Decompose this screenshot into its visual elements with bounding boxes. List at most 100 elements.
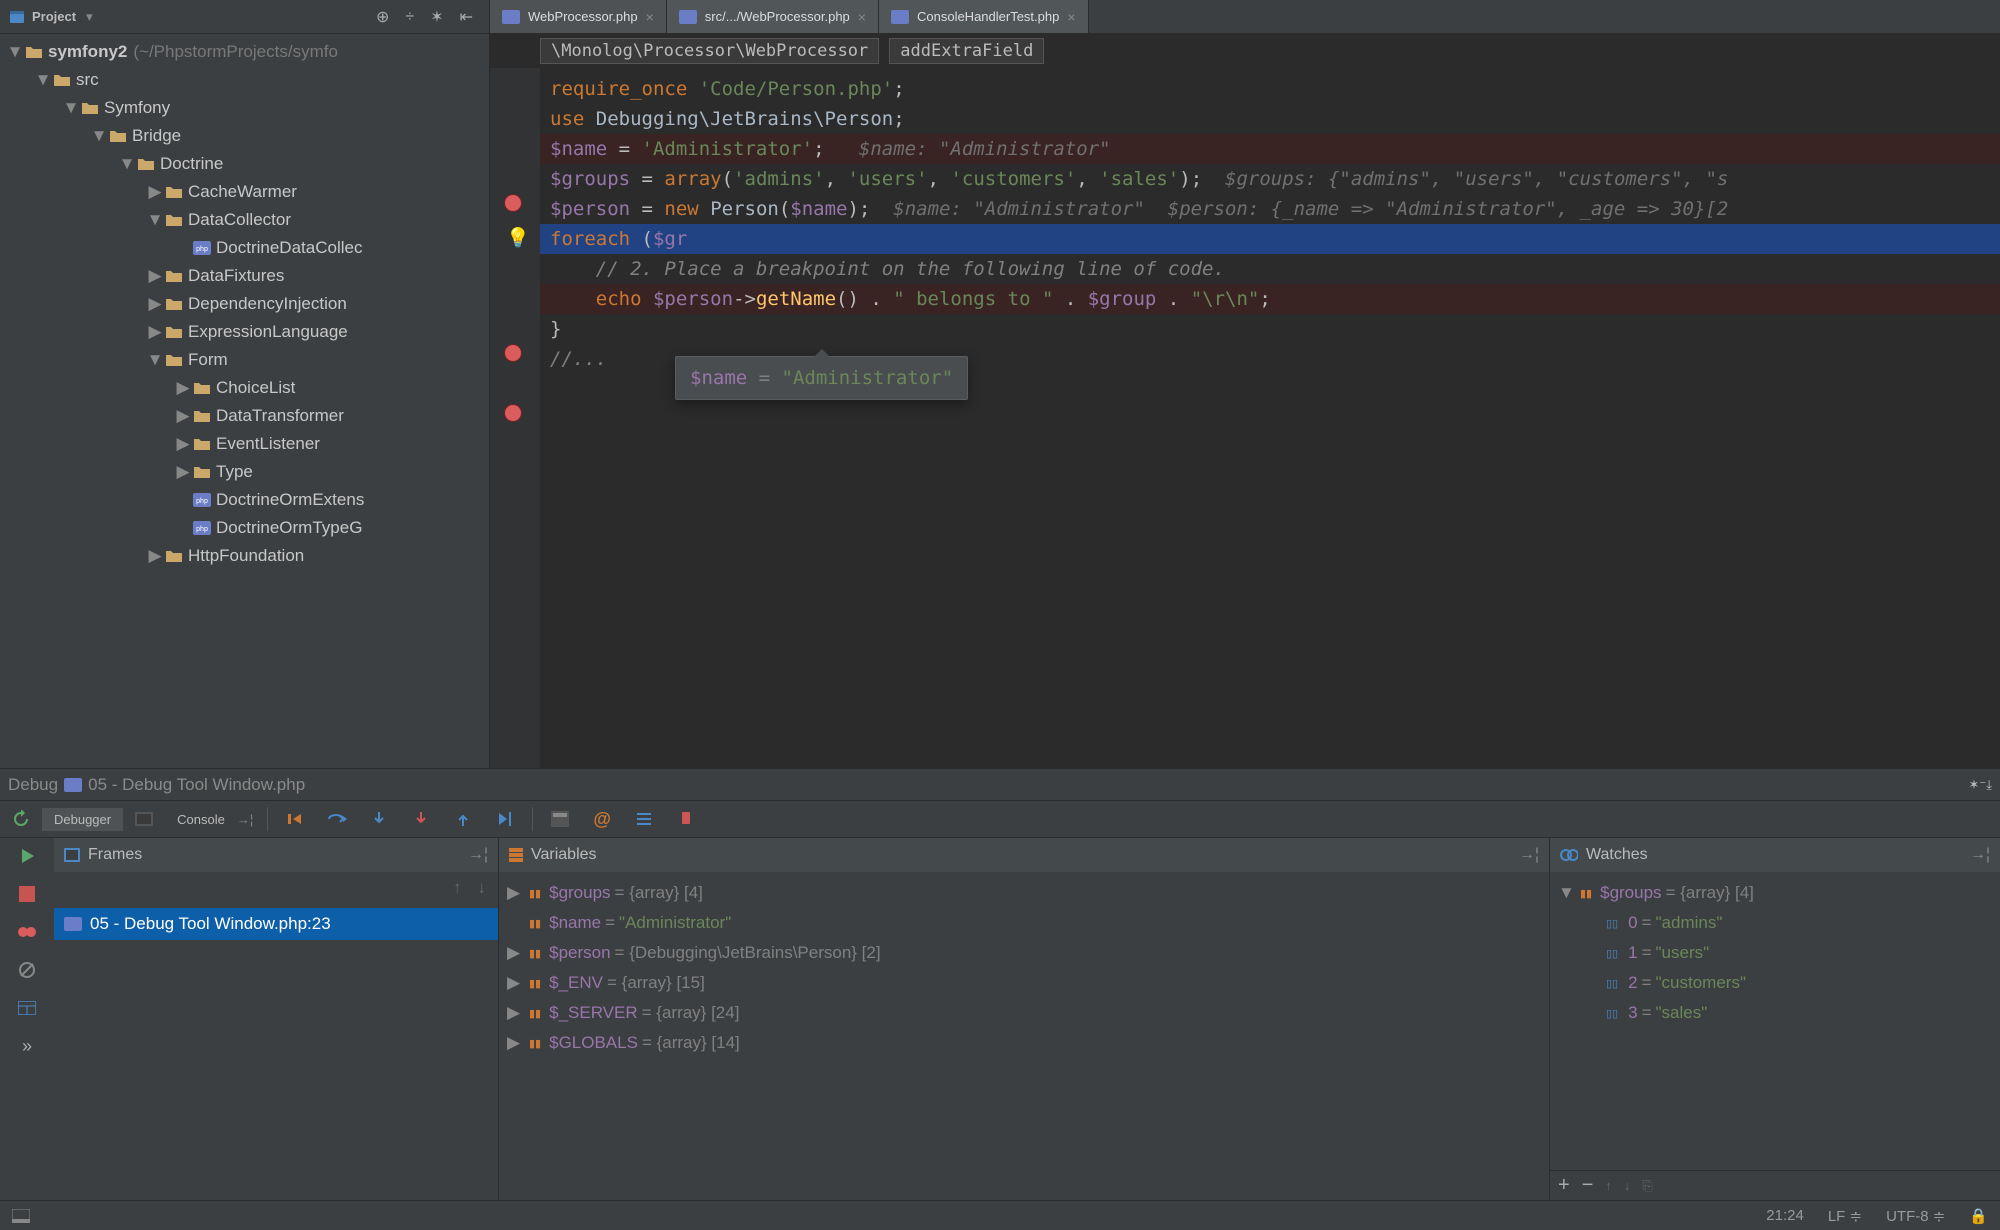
pin-icon[interactable]: →¦	[1519, 846, 1539, 864]
tree-item[interactable]: ▶ExpressionLanguage	[0, 318, 489, 346]
tree-item[interactable]: ▶DataTransformer	[0, 402, 489, 430]
editor-tab[interactable]: ConsoleHandlerTest.php×	[879, 0, 1089, 33]
code-content[interactable]: require_once 'Code/Person.php'; use Debu…	[540, 68, 2000, 768]
expand-icon[interactable]: ▼	[34, 70, 52, 90]
tree-item[interactable]: ▼src	[0, 66, 489, 94]
remove-watch-button[interactable]: −	[1582, 1174, 1594, 1197]
variable-row[interactable]: ▶▮▮$_SERVER = {array} [24]	[499, 998, 1549, 1028]
gear-icon[interactable]: ✶⁻	[1968, 777, 1986, 793]
watch-child-row[interactable]: ▯▯0 = "admins"	[1550, 908, 2000, 938]
expand-icon[interactable]: ▼	[1558, 883, 1576, 903]
close-icon[interactable]: ×	[646, 9, 654, 25]
variable-row[interactable]: ▶▮▮$groups = {array} [4]	[499, 878, 1549, 908]
tree-item[interactable]: ▼DataCollector	[0, 206, 489, 234]
expand-icon[interactable]: ▼	[90, 126, 108, 146]
expand-icon[interactable]: ▶	[507, 1033, 525, 1053]
tree-item[interactable]: ▼Symfony	[0, 94, 489, 122]
project-tree[interactable]: ▼ symfony2 (~/PhpstormProjects/symfo ▼sr…	[0, 34, 489, 768]
editor-tab[interactable]: WebProcessor.php×	[490, 0, 667, 33]
expand-icon[interactable]: ▶	[146, 266, 164, 286]
tree-item[interactable]: phpDoctrineOrmExtens	[0, 486, 489, 514]
tree-item[interactable]: ▶DataFixtures	[0, 262, 489, 290]
expand-icon[interactable]: ▶	[146, 294, 164, 314]
watch-child-row[interactable]: ▯▯3 = "sales"	[1550, 998, 2000, 1028]
breadcrumb-item[interactable]: \Monolog\Processor\WebProcessor	[540, 38, 879, 64]
tree-item[interactable]: ▼Form	[0, 346, 489, 374]
editor-tab[interactable]: src/.../WebProcessor.php×	[667, 0, 879, 33]
pin-button[interactable]	[671, 804, 701, 834]
expand-icon[interactable]: ▶	[174, 434, 192, 454]
collapse-icon[interactable]: ⊕	[376, 7, 389, 27]
variables-body[interactable]: ▶▮▮$groups = {array} [4]▮▮$name = "Admin…	[499, 872, 1549, 1200]
expand-icon[interactable]: ▼	[6, 42, 24, 62]
expand-icon[interactable]: ▼	[146, 210, 164, 230]
frame-up-icon[interactable]: ↑	[453, 878, 462, 908]
watch-child-row[interactable]: ▯▯1 = "users"	[1550, 938, 2000, 968]
close-icon[interactable]: ×	[1067, 9, 1075, 25]
run-to-cursor-button[interactable]	[490, 804, 520, 834]
watch-up-button[interactable]: ↑	[1605, 1178, 1612, 1193]
rerun-button[interactable]	[6, 804, 36, 834]
expand-icon[interactable]: ▶	[507, 943, 525, 963]
copy-watch-button[interactable]: ⎘	[1642, 1178, 1652, 1194]
expand-icon[interactable]: ▶	[174, 462, 192, 482]
tool-window-icon[interactable]	[12, 1209, 30, 1223]
force-step-into-button[interactable]	[406, 804, 436, 834]
output-toggle-icon[interactable]: →¦	[237, 812, 253, 827]
breakpoint-icon[interactable]	[504, 344, 522, 362]
bulb-icon[interactable]: 💡	[506, 226, 530, 249]
hide-icon[interactable]: ⇤	[460, 7, 473, 27]
minimize-icon[interactable]: ⤓	[1986, 777, 1992, 793]
variable-row[interactable]: ▮▮$name = "Administrator"	[499, 908, 1549, 938]
watch-down-button[interactable]: ↓	[1624, 1178, 1631, 1193]
breakpoint-icon[interactable]	[504, 404, 522, 422]
pin-icon[interactable]: →¦	[1970, 846, 1990, 864]
expand-icon[interactable]: ▶	[174, 378, 192, 398]
gutter[interactable]: 💡	[490, 68, 540, 768]
tree-root[interactable]: ▼ symfony2 (~/PhpstormProjects/symfo	[0, 38, 489, 66]
expand-icon[interactable]: ▶	[507, 1003, 525, 1023]
tree-item[interactable]: ▶EventListener	[0, 430, 489, 458]
caret-position[interactable]: 21:24	[1766, 1207, 1804, 1224]
expand-icon[interactable]: ▼	[146, 350, 164, 370]
pin-icon[interactable]: →¦	[468, 846, 488, 864]
tree-item[interactable]: ▼Bridge	[0, 122, 489, 150]
tree-item[interactable]: ▶Type	[0, 458, 489, 486]
expand-icon[interactable]: ▼	[62, 98, 80, 118]
frame-row[interactable]: 05 - Debug Tool Window.php:23	[54, 908, 498, 940]
tree-item[interactable]: ▶ChoiceList	[0, 374, 489, 402]
step-over-button[interactable]	[322, 804, 352, 834]
variable-row[interactable]: ▶▮▮$person = {Debugging\JetBrains\Person…	[499, 938, 1549, 968]
settings-button[interactable]	[629, 804, 659, 834]
breakpoint-icon[interactable]	[504, 194, 522, 212]
expand-icon[interactable]: ▶	[507, 883, 525, 903]
line-ending[interactable]: LF ≑	[1828, 1207, 1862, 1225]
watch-row[interactable]: ▼ ▮▮ $groups = {array} [4]	[1550, 878, 2000, 908]
mute-breakpoints-button[interactable]	[15, 958, 39, 982]
layout-button[interactable]	[15, 996, 39, 1020]
expand-icon[interactable]: ▶	[146, 322, 164, 342]
project-dropdown-icon[interactable]: ▾	[86, 9, 93, 25]
tree-item[interactable]: ▼Doctrine	[0, 150, 489, 178]
expand-icon[interactable]: ▶	[146, 546, 164, 566]
step-into-button[interactable]	[364, 804, 394, 834]
variable-row[interactable]: ▶▮▮$GLOBALS = {array} [14]	[499, 1028, 1549, 1058]
view-breakpoints-button[interactable]	[15, 920, 39, 944]
watch-child-row[interactable]: ▯▯2 = "customers"	[1550, 968, 2000, 998]
frames-body[interactable]: ↑ ↓ 05 - Debug Tool Window.php:23	[54, 872, 498, 1200]
evaluate-button[interactable]	[545, 804, 575, 834]
debugger-tab[interactable]: Debugger	[42, 808, 123, 831]
resume-button[interactable]	[15, 844, 39, 868]
show-exec-point-button[interactable]	[280, 804, 310, 834]
console-tab[interactable]: Console	[165, 808, 237, 831]
at-button[interactable]: @	[587, 804, 617, 834]
settings-icon[interactable]: ✶	[430, 7, 443, 27]
stop-button[interactable]	[15, 882, 39, 906]
expand-icon[interactable]: ▶	[146, 182, 164, 202]
expand-icon[interactable]: ▶	[507, 973, 525, 993]
tree-item[interactable]: phpDoctrineOrmTypeG	[0, 514, 489, 542]
tree-item[interactable]: ▶DependencyInjection	[0, 290, 489, 318]
code-area[interactable]: 💡 require_once 'Code/Person.php'; use De…	[490, 68, 2000, 768]
step-out-button[interactable]	[448, 804, 478, 834]
breadcrumb-item[interactable]: addExtraField	[889, 38, 1044, 64]
